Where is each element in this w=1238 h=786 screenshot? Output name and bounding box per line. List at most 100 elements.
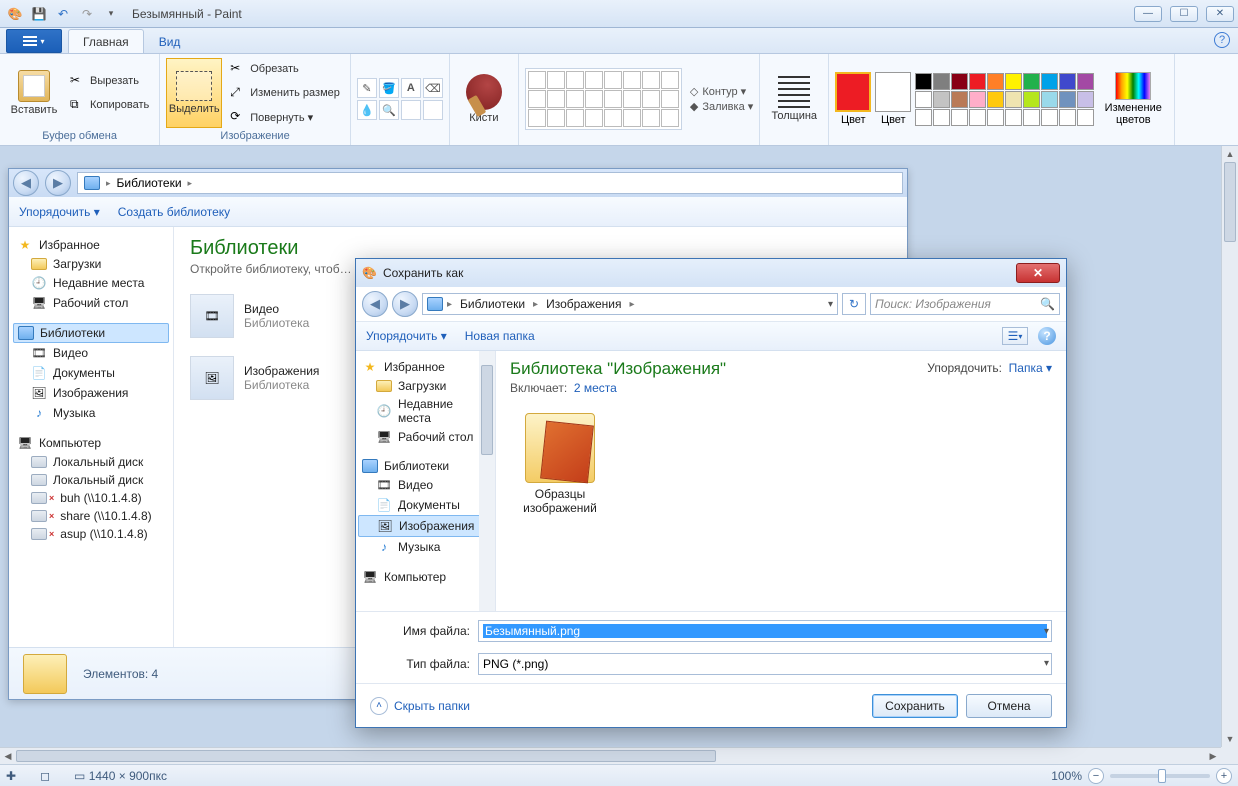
crop-button[interactable]: ✂Обрезать [226,58,344,80]
color-swatch[interactable] [969,109,986,126]
qat-undo-icon[interactable]: ↶ [52,3,74,25]
dlg-nav-fwd[interactable]: ▶ [392,291,418,317]
close-button[interactable]: ✕ [1206,6,1234,22]
help-icon[interactable]: ? [1038,327,1056,345]
brushes-button[interactable]: Кисти [456,64,512,134]
tab-home[interactable]: Главная [68,29,144,53]
color1-button[interactable]: Цвет [835,72,871,126]
help-icon[interactable]: ? [1214,32,1230,48]
hide-folders-toggle[interactable]: ˄Скрыть папки [370,697,470,715]
rotate-button[interactable]: ⟳Повернуть ▾ [226,106,344,128]
qat-customize-icon[interactable]: ▾ [100,3,122,25]
thickness-button[interactable]: Толщина [766,64,822,134]
refresh-button[interactable]: ↻ [842,293,866,315]
fill-tool[interactable]: 🪣 [379,78,399,98]
shape-outline[interactable]: ◇Контур ▾ [690,85,753,98]
color-swatch[interactable] [1059,109,1076,126]
brush-icon [466,74,502,110]
zoom-slider[interactable] [1110,774,1210,778]
color-swatch[interactable] [1059,73,1076,90]
color-swatch[interactable] [1005,91,1022,108]
color-swatch[interactable] [1005,73,1022,90]
zoom-out-button[interactable]: − [1088,768,1104,784]
color-swatch[interactable] [1059,91,1076,108]
pencil-tool[interactable]: ✎ [357,78,377,98]
color-swatch[interactable] [987,91,1004,108]
cancel-button[interactable]: Отмена [966,694,1052,718]
color-palette[interactable] [915,73,1094,126]
sample-pictures-folder[interactable]: Образцы изображений [510,413,610,515]
edit-colors-button[interactable]: Изменение цветов [1098,72,1168,126]
paste-button[interactable]: Вставить [6,58,62,128]
save-button[interactable]: Сохранить [872,694,958,718]
video-icon: 🎞 [376,477,392,493]
color-swatch[interactable] [1077,109,1094,126]
dlg-organize[interactable]: Упорядочить ▾ [366,329,447,343]
color2-button[interactable]: Цвет [875,72,911,126]
minimize-button[interactable]: — [1134,6,1162,22]
color-swatch[interactable] [951,73,968,90]
dlg-new-folder[interactable]: Новая папка [465,329,535,343]
shape-fill[interactable]: ◆Заливка ▾ [690,100,753,113]
outline-icon: ◇ [690,85,698,98]
eyedropper-tool[interactable]: 💧 [357,100,377,120]
chevron-up-icon: ˄ [370,697,388,715]
color-swatch[interactable] [915,91,932,108]
color-swatch[interactable] [1023,109,1040,126]
color-swatch[interactable] [1041,91,1058,108]
color-swatch[interactable] [915,109,932,126]
bg-status-text: Элементов: 4 [83,667,158,681]
color-swatch[interactable] [951,109,968,126]
color-swatch[interactable] [1005,109,1022,126]
qat-save-icon[interactable]: 💾 [28,3,50,25]
magnifier-tool[interactable]: 🔍 [379,100,399,120]
color-swatch[interactable] [933,109,950,126]
zoom-in-button[interactable]: + [1216,768,1232,784]
horizontal-scrollbar[interactable]: ◀▶ [0,747,1221,764]
dlg-nav-back[interactable]: ◀ [362,291,388,317]
filename-input[interactable]: Безымянный.png▾ [478,620,1052,642]
color-swatch[interactable] [1023,73,1040,90]
view-mode-button[interactable]: ☰ ▾ [1002,327,1028,345]
color-swatch[interactable] [1041,109,1058,126]
folder-icon [376,380,392,392]
dlg-sort[interactable]: Упорядочить: Папка ▾ [927,361,1052,375]
vertical-scrollbar[interactable]: ▲▼ [1221,146,1238,747]
resize-button[interactable]: ⤢Изменить размер [226,82,344,104]
color-swatch[interactable] [933,73,950,90]
fill-icon: ◆ [690,100,698,113]
tree-scrollbar[interactable] [479,351,495,611]
tools-group-label [357,142,443,144]
ribbon-file-menu[interactable]: ▾ [6,29,62,53]
eraser-tool[interactable]: ⌫ [423,78,443,98]
shapes-gallery[interactable] [525,68,682,130]
color-swatch[interactable] [915,73,932,90]
color-swatch[interactable] [987,73,1004,90]
dlg-search-input[interactable]: Поиск: Изображения 🔍 [870,293,1060,315]
recent-icon: 🕘 [376,403,392,419]
color-swatch[interactable] [969,91,986,108]
color-swatch[interactable] [1077,91,1094,108]
color-swatch[interactable] [933,91,950,108]
filetype-select[interactable]: PNG (*.png)▾ [478,653,1052,675]
color-swatch[interactable] [969,73,986,90]
tools-grid[interactable]: ✎ 🪣 A ⌫ 💧 🔍 [357,78,443,120]
bg-lib-item-video: 🎞 ВидеоБиблиотека [190,294,309,338]
bg-address-bar: ▸ Библиотеки ▸ [77,172,903,194]
maximize-button[interactable]: ☐ [1170,6,1198,22]
qat-redo-icon[interactable]: ↷ [76,3,98,25]
select-button[interactable]: Выделить [166,58,222,128]
color-swatch[interactable] [1041,73,1058,90]
cut-button[interactable]: ✂Вырезать [66,70,153,92]
paint-app-icon[interactable]: 🎨 [4,3,26,25]
tab-view[interactable]: Вид [144,29,196,53]
text-tool[interactable]: A [401,78,421,98]
dialog-close-button[interactable]: ✕ [1016,263,1060,283]
dlg-address-bar[interactable]: ▸ Библиотеки ▸ Изображения ▸ ▾ [422,293,838,315]
dlg-nav-tree[interactable]: ★Избранное Загрузки 🕘Недавние места 🖥Раб… [356,351,496,611]
color-swatch[interactable] [1023,91,1040,108]
color-swatch[interactable] [1077,73,1094,90]
copy-button[interactable]: ⧉Копировать [66,94,153,116]
color-swatch[interactable] [951,91,968,108]
color-swatch[interactable] [987,109,1004,126]
